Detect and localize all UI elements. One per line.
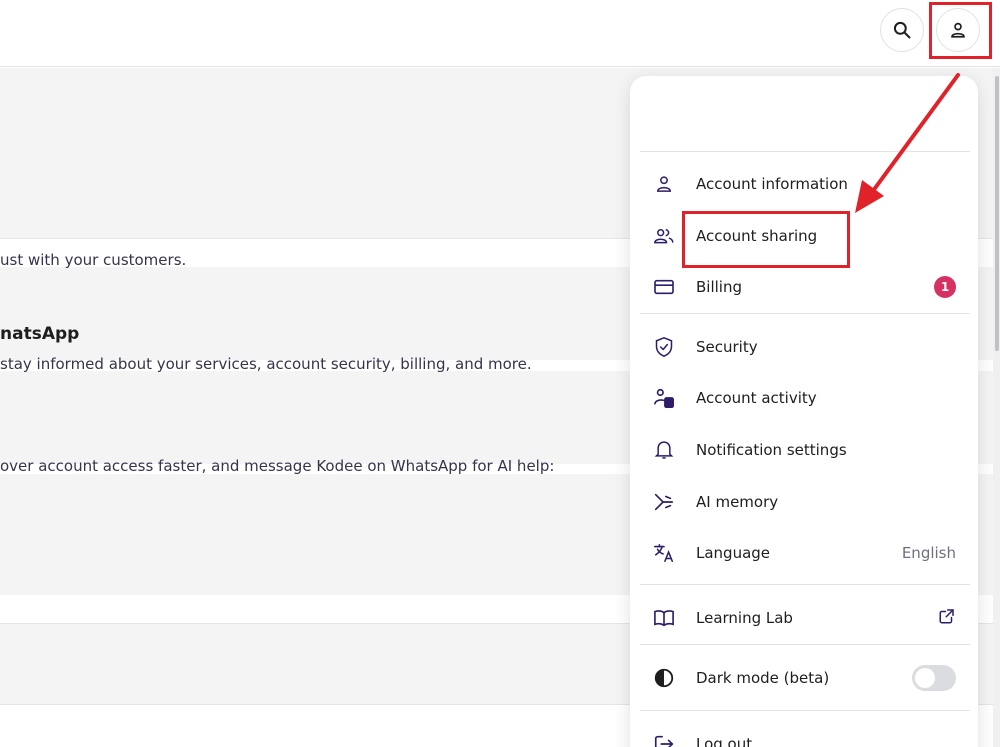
- notification-badge: 1: [934, 276, 956, 298]
- users-icon: [652, 224, 676, 248]
- panel-description: stay informed about your services, accou…: [0, 355, 532, 373]
- external-link-icon: [938, 607, 956, 629]
- menu-item-log-out[interactable]: Log out: [630, 722, 978, 747]
- menu-item-ai-memory[interactable]: AI memory: [630, 480, 978, 524]
- menu-item-account-activity[interactable]: Account activity: [630, 376, 978, 420]
- highlight-box-account-button: [929, 2, 992, 59]
- menu-item-label: AI memory: [696, 493, 779, 511]
- menu-item-account-information[interactable]: Account information: [630, 162, 978, 206]
- bell-icon: [652, 438, 676, 462]
- menu-item-language[interactable]: Language English: [630, 531, 978, 575]
- shield-check-icon: [652, 335, 676, 359]
- dark-mode-toggle[interactable]: [912, 665, 956, 691]
- menu-item-label: Account activity: [696, 389, 817, 407]
- menu-divider: [640, 313, 970, 314]
- user-icon: [652, 172, 676, 196]
- menu-divider: [640, 151, 970, 152]
- account-dropdown-menu: Account information Account sharing Bill…: [630, 76, 978, 747]
- search-icon: [893, 21, 911, 39]
- menu-item-dark-mode[interactable]: Dark mode (beta): [630, 656, 978, 700]
- ai-memory-icon: [652, 490, 676, 514]
- highlight-box-account-sharing: [682, 211, 850, 268]
- panel-description: ust with your customers.: [0, 251, 187, 269]
- menu-item-label: Learning Lab: [696, 609, 793, 627]
- menu-item-label: Account information: [696, 175, 848, 193]
- toggle-knob: [915, 668, 935, 688]
- book-icon: [652, 606, 676, 630]
- panel-heading: natsApp: [0, 324, 80, 344]
- menu-item-label: Dark mode (beta): [696, 669, 830, 687]
- account-activity-icon: [652, 386, 676, 410]
- language-value: English: [901, 544, 956, 562]
- menu-item-learning-lab[interactable]: Learning Lab: [630, 596, 978, 640]
- menu-item-label: Notification settings: [696, 441, 847, 459]
- contrast-icon: [652, 666, 676, 690]
- menu-header: [630, 76, 978, 151]
- menu-divider: [640, 710, 970, 711]
- panel-description: over account access faster, and message …: [0, 457, 555, 475]
- menu-item-label: Language: [696, 544, 771, 562]
- scrollbar-thumb[interactable]: [995, 76, 999, 351]
- top-bar: [0, 0, 1000, 67]
- menu-item-label: Log out: [696, 735, 753, 747]
- logout-icon: [652, 732, 676, 747]
- menu-divider: [640, 644, 970, 645]
- search-button[interactable]: [880, 8, 924, 52]
- menu-item-security[interactable]: Security: [630, 325, 978, 369]
- menu-item-billing[interactable]: Billing 1: [630, 265, 978, 309]
- menu-item-notification-settings[interactable]: Notification settings: [630, 428, 978, 472]
- translate-icon: [652, 541, 676, 565]
- menu-divider: [640, 584, 970, 585]
- credit-card-icon: [652, 275, 676, 299]
- menu-item-label: Security: [696, 338, 758, 356]
- menu-item-label: Billing: [696, 278, 742, 296]
